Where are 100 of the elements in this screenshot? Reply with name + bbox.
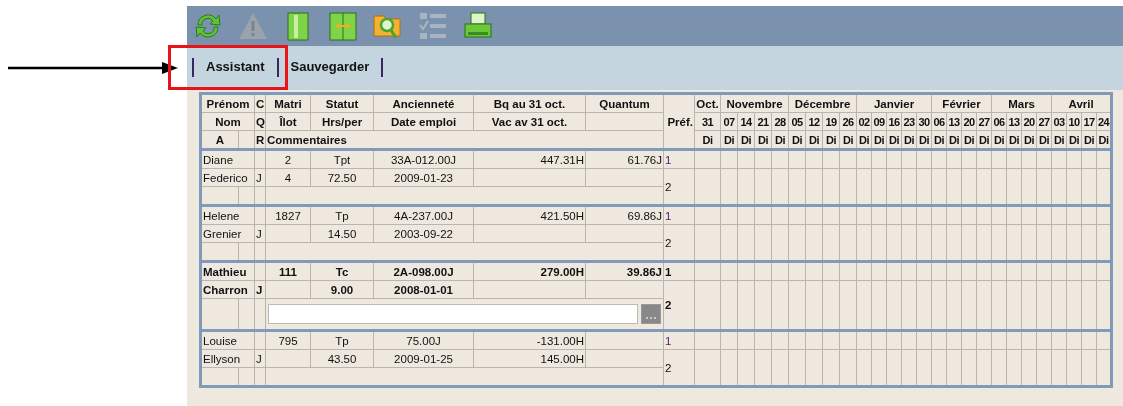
weekday-header: Di bbox=[1006, 130, 1022, 150]
first-name-cell: Helene bbox=[200, 205, 255, 225]
first-name-cell: Louise bbox=[200, 330, 255, 350]
preference-cell: 1 bbox=[663, 205, 695, 225]
day-header: 27 bbox=[1036, 112, 1052, 131]
split-panel-icon[interactable] bbox=[327, 10, 359, 42]
weekday-header: Di bbox=[901, 130, 917, 150]
column-header: Matri bbox=[265, 93, 311, 113]
table-cell: 1827 bbox=[265, 205, 311, 225]
month-header: Janvier bbox=[856, 93, 932, 113]
day-header: 06 bbox=[931, 112, 947, 131]
column-header: Vac av 31 oct. bbox=[473, 112, 586, 131]
table-cell: J bbox=[254, 349, 266, 368]
table-cell: 447.31H bbox=[473, 149, 586, 169]
table-cell: 72.50 bbox=[310, 168, 374, 187]
table-cell: 2009-01-25 bbox=[373, 349, 474, 368]
table-cell: Tc bbox=[310, 261, 374, 281]
weekday-header: Di bbox=[1021, 130, 1037, 150]
column-header: Îlot bbox=[265, 112, 311, 131]
table-cell: 4A-237.00J bbox=[373, 205, 474, 225]
day-header: 26 bbox=[839, 112, 857, 131]
table-cell: Tp bbox=[310, 205, 374, 225]
weekday-header: Di bbox=[961, 130, 977, 150]
weekday-header: Di bbox=[1051, 130, 1067, 150]
preference-cell: 2 bbox=[663, 224, 695, 262]
preference-cell: 2 bbox=[663, 168, 695, 206]
weekday-header: Di bbox=[871, 130, 887, 150]
last-name-cell: Charron bbox=[200, 280, 255, 299]
table-cell: 2008-01-01 bbox=[373, 280, 474, 299]
month-header: Février bbox=[931, 93, 992, 113]
month-header: Mars bbox=[991, 93, 1052, 113]
day-header: 10 bbox=[1066, 112, 1082, 131]
column-header: Q bbox=[254, 112, 266, 131]
day-header: 13 bbox=[1006, 112, 1022, 131]
weekday-header: Di bbox=[931, 130, 947, 150]
table-cell: 2A-098.00J bbox=[373, 261, 474, 281]
more-button[interactable] bbox=[641, 304, 661, 324]
table-cell: J bbox=[254, 224, 266, 243]
day-header: 21 bbox=[754, 112, 772, 131]
day-header: 23 bbox=[901, 112, 917, 131]
day-header: 16 bbox=[886, 112, 902, 131]
month-header: Décembre bbox=[788, 93, 857, 113]
weekday-header: Di bbox=[916, 130, 932, 150]
column-header: C bbox=[254, 93, 266, 113]
day-header: 13 bbox=[946, 112, 962, 131]
column-header: Date emploi bbox=[373, 112, 474, 131]
table-cell: Tp bbox=[310, 330, 374, 350]
table-cell: 69.86J bbox=[585, 205, 664, 225]
table-cell: 2003-09-22 bbox=[373, 224, 474, 243]
day-header: 14 bbox=[737, 112, 755, 131]
preference-cell: 2 bbox=[663, 280, 695, 331]
preference-cell: 1 bbox=[663, 149, 695, 169]
table-cell: 43.50 bbox=[310, 349, 374, 368]
table-cell: 111 bbox=[265, 261, 311, 281]
month-header: Novembre bbox=[720, 93, 789, 113]
day-header: 17 bbox=[1081, 112, 1097, 131]
table-cell: J bbox=[254, 280, 266, 299]
last-name-cell: Grenier bbox=[200, 224, 255, 243]
day-header: 31 bbox=[694, 112, 721, 131]
weekday-header: Di bbox=[1036, 130, 1052, 150]
column-header: Statut bbox=[310, 93, 374, 113]
column-header: Bq au 31 oct. bbox=[473, 93, 586, 113]
table-cell: 795 bbox=[265, 330, 311, 350]
day-header: 19 bbox=[822, 112, 840, 131]
table-cell: 14.50 bbox=[310, 224, 374, 243]
table-cell: 2 bbox=[265, 149, 311, 169]
day-header: 05 bbox=[788, 112, 806, 131]
column-header: Prénom bbox=[200, 93, 255, 113]
day-header: 30 bbox=[916, 112, 932, 131]
comment-field[interactable] bbox=[268, 304, 638, 324]
menu-link[interactable]: Assistant bbox=[206, 59, 265, 74]
table-cell: Tpt bbox=[310, 149, 374, 169]
day-header: 27 bbox=[976, 112, 992, 131]
table-cell: 75.00J bbox=[373, 330, 474, 350]
day-header: 07 bbox=[720, 112, 738, 131]
preference-cell: 1 bbox=[663, 330, 695, 350]
weekday-header: Di bbox=[886, 130, 902, 150]
table-cell: 2009-01-23 bbox=[373, 168, 474, 187]
day-header: 03 bbox=[1051, 112, 1067, 131]
day-header: 20 bbox=[961, 112, 977, 131]
first-name-cell: Mathieu bbox=[200, 261, 255, 281]
month-header: Oct. bbox=[694, 93, 721, 113]
table-cell: 33A-012.00J bbox=[373, 149, 474, 169]
weekday-header: Di bbox=[976, 130, 992, 150]
column-header: Nom bbox=[200, 112, 255, 131]
day-header: 06 bbox=[991, 112, 1007, 131]
menu-link[interactable]: Sauvegarder bbox=[290, 59, 370, 74]
last-name-cell: Ellyson bbox=[200, 349, 255, 368]
weekday-header: Di bbox=[946, 130, 962, 150]
table-cell: 145.00H bbox=[473, 349, 586, 368]
table-cell: J bbox=[254, 168, 266, 187]
day-header: 02 bbox=[856, 112, 872, 131]
table-cell: 421.50H bbox=[473, 205, 586, 225]
column-header: Quantum bbox=[585, 93, 664, 113]
table-cell: 4 bbox=[265, 168, 311, 187]
first-name-cell: Diane bbox=[200, 149, 255, 169]
column-header: Préf. bbox=[663, 93, 695, 150]
table-cell: 61.76J bbox=[585, 149, 664, 169]
weekday-header: Di bbox=[1066, 130, 1082, 150]
day-header: 20 bbox=[1021, 112, 1037, 131]
